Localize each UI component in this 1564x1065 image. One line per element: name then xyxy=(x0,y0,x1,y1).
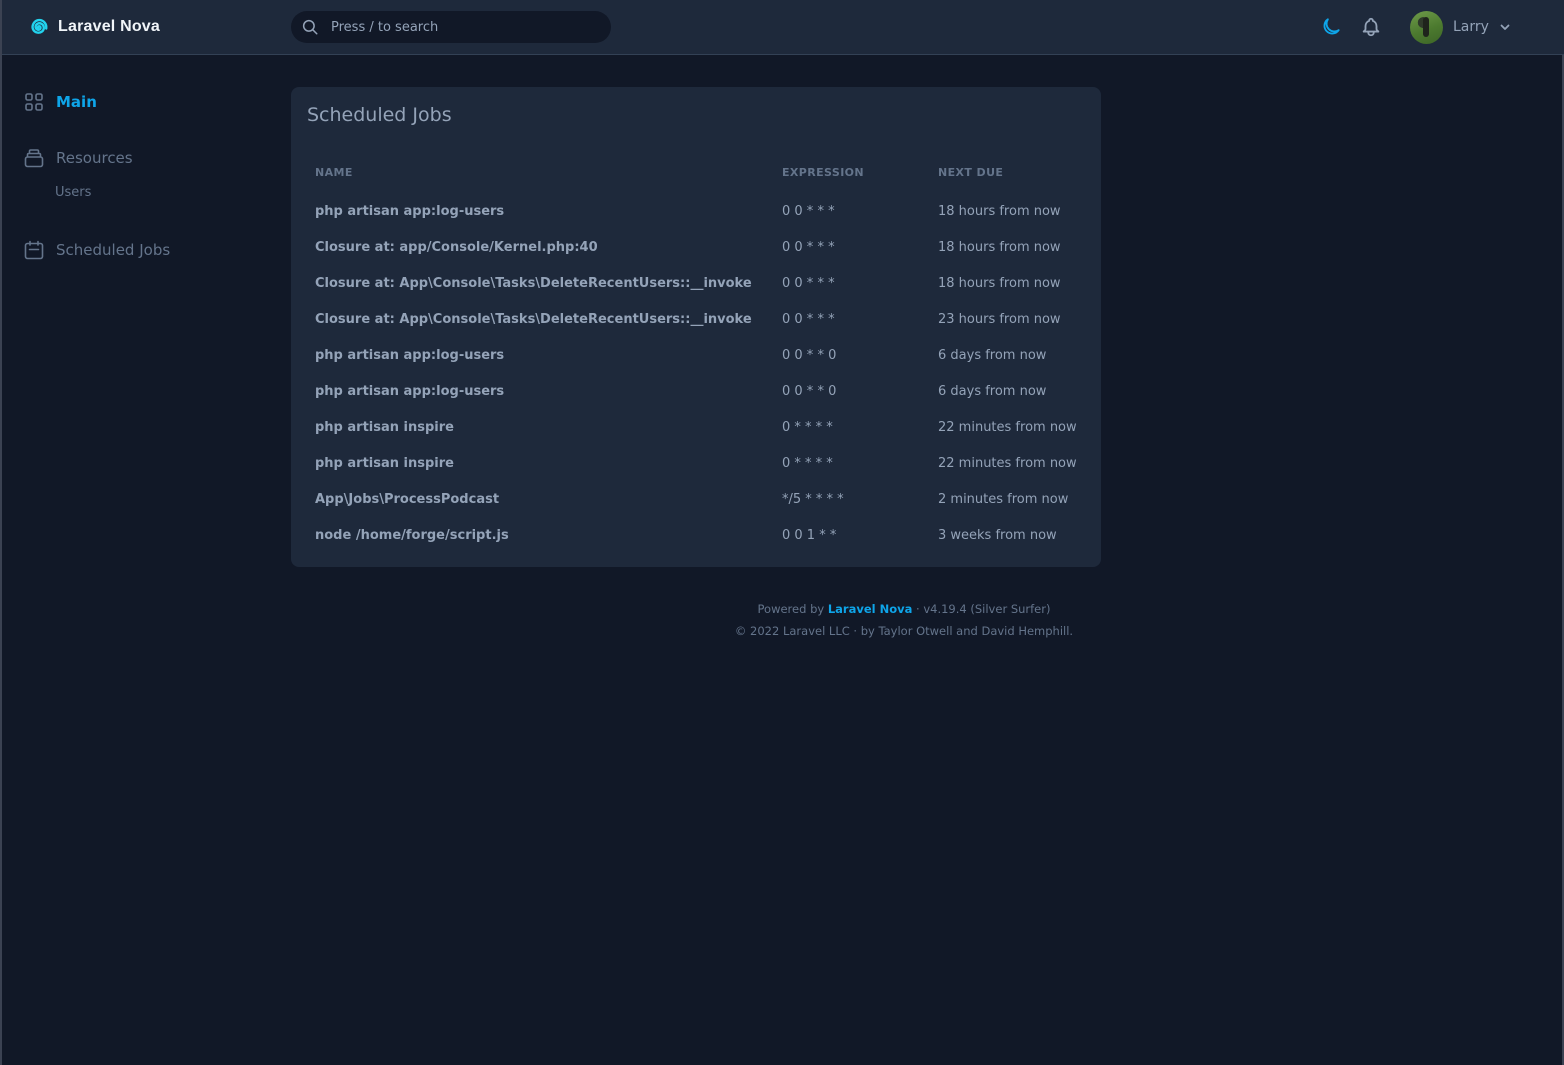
job-name-cell: Closure at: App\Console\Tasks\DeleteRece… xyxy=(315,275,752,291)
job-next-due-cell: 6 days from now xyxy=(938,347,1047,363)
avatar xyxy=(1410,10,1443,44)
footer-copyright: © 2022 Laravel LLC · by Taylor Otwell an… xyxy=(734,624,1074,638)
search-input[interactable] xyxy=(331,11,601,43)
scheduled-jobs-card: Scheduled Jobs NAME EXPRESSION NEXT DUE … xyxy=(291,87,1101,567)
table-row: App\Jobs\ProcessPodcast */5 * * * * 2 minu… xyxy=(291,481,1101,517)
job-name-cell: php artisan app:log-users xyxy=(315,383,505,399)
table-header-row: NAME EXPRESSION NEXT DUE xyxy=(291,151,1101,193)
sidebar-item-main[interactable]: Main xyxy=(24,92,97,112)
job-expression-cell: 0 0 * * * xyxy=(782,311,835,327)
job-expression-cell: */5 * * * * xyxy=(782,491,844,507)
app-frame: Laravel Nova Larry xyxy=(0,0,1564,1065)
job-expression-cell: 0 0 * * * xyxy=(782,203,835,219)
sidebar-item-users[interactable]: Users xyxy=(55,185,91,200)
job-name-cell: php artisan app:log-users xyxy=(315,347,505,363)
bell-icon[interactable] xyxy=(1360,16,1382,38)
table-row: node /home/forge/script.js 0 0 1 * * 3 wee… xyxy=(291,517,1101,553)
job-expression-cell: 0 0 * * 0 xyxy=(782,347,837,363)
job-expression-cell: 0 0 * * * xyxy=(782,275,835,291)
job-next-due-cell: 18 hours from now xyxy=(938,203,1061,219)
brand-name: Laravel Nova xyxy=(58,18,161,35)
sidebar: Main Resources Users Scheduled Jobs xyxy=(2,55,272,1065)
job-next-due-cell: 18 hours from now xyxy=(938,275,1061,291)
job-next-due-cell: 2 minutes from now xyxy=(938,491,1069,507)
job-name-cell: php artisan app:log-users xyxy=(315,203,505,219)
job-expression-cell: 0 0 * * 0 xyxy=(782,383,837,399)
user-name: Larry xyxy=(1453,19,1489,35)
table-row: php artisan inspire 0 * * * * 22 minutes f… xyxy=(291,409,1101,445)
moon-icon[interactable] xyxy=(1320,16,1342,38)
sidebar-item-label: Main xyxy=(56,93,97,111)
footer-nova-link[interactable]: Laravel Nova xyxy=(828,602,913,616)
job-next-due-cell: 3 weeks from now xyxy=(938,527,1057,543)
chevron-down-icon xyxy=(1500,24,1510,30)
jobs-table: NAME EXPRESSION NEXT DUE php artisan app… xyxy=(291,151,1101,553)
job-name-cell: node /home/forge/script.js xyxy=(315,527,509,543)
table-row: php artisan inspire 0 * * * * 22 minutes f… xyxy=(291,445,1101,481)
footer: Powered by Laravel Nova · v4.19.4 (Silve… xyxy=(696,598,1112,642)
job-name-cell: php artisan inspire xyxy=(315,419,454,435)
column-header-expression: EXPRESSION xyxy=(782,165,865,179)
search-icon xyxy=(302,19,318,35)
job-name-cell: php artisan inspire xyxy=(315,455,454,471)
table-row: Closure at: App\Console\Tasks\DeleteRece… xyxy=(291,301,1101,337)
column-header-next-due: NEXT DUE xyxy=(938,165,1004,179)
job-next-due-cell: 6 days from now xyxy=(938,383,1047,399)
table-row: Closure at: App\Console\Tasks\DeleteRece… xyxy=(291,265,1101,301)
nova-logo-icon xyxy=(31,18,48,34)
job-name-cell: App\Jobs\ProcessPodcast xyxy=(315,491,500,507)
job-next-due-cell: 22 minutes from now xyxy=(938,419,1077,435)
top-bar: Laravel Nova Larry xyxy=(2,0,1564,55)
table-row: Closure at: app/Console/Kernel.php:40 0 0… xyxy=(291,229,1101,265)
brand[interactable]: Laravel Nova xyxy=(26,14,160,40)
job-next-due-cell: 18 hours from now xyxy=(938,239,1061,255)
calendar-icon xyxy=(24,240,44,260)
footer-powered-line: Powered by Laravel Nova · v4.19.4 (Silve… xyxy=(696,598,1112,620)
job-next-due-cell: 22 minutes from now xyxy=(938,455,1077,471)
footer-version: · v4.19.4 (Silver Surfer) xyxy=(916,602,1051,616)
archive-icon xyxy=(24,149,44,168)
job-expression-cell: 0 * * * * xyxy=(782,419,833,435)
sidebar-item-label: Resources xyxy=(56,149,133,167)
column-header-name: NAME xyxy=(315,165,353,179)
table-row: php artisan app:log-users 0 0 * * 0 6 days… xyxy=(291,373,1101,409)
job-expression-cell: 0 0 * * * xyxy=(782,239,835,255)
sidebar-item-label: Scheduled Jobs xyxy=(56,241,171,259)
user-menu[interactable]: Larry xyxy=(1410,10,1511,44)
sidebar-item-scheduled-jobs[interactable]: Scheduled Jobs xyxy=(24,240,170,260)
sidebar-item-resources[interactable]: Resources xyxy=(24,148,133,168)
job-expression-cell: 0 0 1 * * xyxy=(782,527,837,543)
job-expression-cell: 0 * * * * xyxy=(782,455,833,471)
grid-icon xyxy=(25,93,43,111)
global-search[interactable] xyxy=(291,11,611,43)
page-title: Scheduled Jobs xyxy=(307,104,452,126)
table-row: php artisan app:log-users 0 0 * * * 18 hou… xyxy=(291,193,1101,229)
job-name-cell: Closure at: App\Console\Tasks\DeleteRece… xyxy=(315,311,752,327)
footer-powered-by: Powered by xyxy=(757,602,825,616)
job-name-cell: Closure at: app/Console/Kernel.php:40 xyxy=(315,239,598,255)
job-next-due-cell: 23 hours from now xyxy=(938,311,1061,327)
table-row: php artisan app:log-users 0 0 * * 0 6 days… xyxy=(291,337,1101,373)
